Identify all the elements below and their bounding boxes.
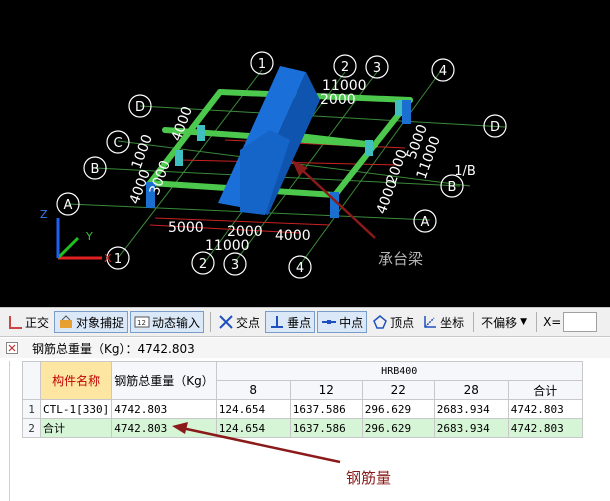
object-snap-label: 对象捕捉 [76, 315, 125, 330]
axis-label-y: Y [85, 230, 93, 243]
cell-name[interactable]: CTL-1[330] [39, 399, 113, 419]
ortho-button[interactable]: 正交 [4, 311, 52, 333]
cell-value[interactable]: 1637.586 [289, 418, 363, 438]
x-coordinate-input[interactable] [563, 312, 598, 332]
dynamic-input-button[interactable]: 12 动态输入 [130, 311, 205, 333]
corner-cell [22, 361, 41, 400]
perpendicular-button[interactable]: 垂点 [265, 311, 316, 333]
toolbar-separator [210, 312, 212, 332]
vertex-button[interactable]: 顶点 [369, 311, 417, 333]
svg-text:12: 12 [137, 319, 146, 327]
cell-total[interactable]: 4742.803 [111, 418, 217, 438]
dim-text: 1000 [129, 132, 156, 171]
table-row-total[interactable]: 2 合计 4742.803 124.654 1637.586 296.629 2… [22, 418, 583, 438]
coordinate-icon [424, 316, 437, 328]
vertex-label: 顶点 [390, 315, 415, 330]
dim-text: 2000 [320, 92, 356, 108]
svg-text:3: 3 [231, 258, 239, 273]
callout-label: 承台梁 [378, 250, 424, 268]
column-header-diameter[interactable]: 28 [433, 380, 509, 400]
toolbar-separator [473, 312, 475, 332]
column-group-header: HRB400 [215, 361, 583, 381]
grid-bubble-label: C [113, 136, 122, 151]
svg-text:4: 4 [296, 261, 304, 276]
midpoint-label: 中点 [339, 315, 364, 330]
column-header-name[interactable]: 构件名称 [39, 361, 113, 400]
rebar-amount-label: 钢筋量 [346, 469, 392, 487]
cell-value[interactable]: 4742.803 [507, 418, 583, 438]
svg-text:B: B [448, 180, 457, 195]
svg-text:1: 1 [114, 252, 122, 267]
grid-bubble-label: 4 [439, 64, 447, 79]
cell-value[interactable]: 124.654 [215, 418, 291, 438]
chevron-down-icon: ▼ [520, 317, 528, 327]
object-snap-button[interactable]: 对象捕捉 [54, 311, 129, 333]
cell-value[interactable]: 296.629 [361, 399, 435, 419]
dynamic-input-icon: 12 [134, 316, 150, 328]
ortho-icon [9, 316, 22, 329]
vertex-icon [373, 315, 388, 329]
svg-text:D: D [490, 120, 500, 135]
grid-bubble-label: 1 [258, 57, 266, 72]
svg-text:2: 2 [199, 257, 207, 272]
panel-title: 钢筋总重量（Kg）：4742.803 [32, 341, 195, 356]
grid-bubble-label: B [91, 162, 100, 177]
column-header-diameter[interactable]: 8 [215, 380, 291, 400]
table-header-row: 构件名称 钢筋总重量（Kg） HRB400 [22, 361, 583, 400]
cell-name[interactable]: 合计 [39, 418, 113, 438]
column-header-diameter[interactable]: 12 [289, 380, 363, 400]
coordinate-label: 坐标 [440, 315, 465, 330]
intersection-button[interactable]: 交点 [215, 311, 263, 333]
axis-label-x: X [104, 252, 112, 265]
column-header-total-weight[interactable]: 钢筋总重量（Kg） [111, 361, 217, 400]
cell-value[interactable]: 124.654 [215, 399, 291, 419]
midpoint-button[interactable]: 中点 [317, 311, 368, 333]
row-number: 1 [22, 399, 41, 419]
ortho-label: 正交 [25, 315, 50, 330]
coordinate-button[interactable]: 坐标 [419, 311, 467, 333]
perpendicular-icon [271, 316, 284, 328]
grid-bubble-label: D [135, 100, 145, 115]
panel-icon [6, 342, 18, 354]
x-coordinate-label: X= [543, 315, 562, 329]
model-drawing: 11000 2000 4000 1000 3000 4000 5000 2000… [40, 51, 507, 279]
cell-value[interactable]: 296.629 [361, 418, 435, 438]
dim-text: 11000 [205, 238, 250, 254]
rebar-table: 构件名称 钢筋总重量（Kg） HRB400 8 12 22 28 合计 1 CT… [22, 361, 583, 438]
svg-text:A: A [421, 215, 430, 230]
snap-toolbar: 正交 对象捕捉 12 动态输入 交点 垂点 中点 顶点 坐标 不偏移 ▼ X= [0, 307, 610, 337]
axis-label-z: Z [40, 208, 48, 221]
column-header-sum[interactable]: 合计 [507, 380, 583, 400]
dim-text: 5000 [168, 220, 204, 236]
grid-bubble-label: 3 [373, 61, 381, 76]
table-row[interactable]: 1 CTL-1[330] 4742.803 124.654 1637.586 2… [22, 399, 583, 419]
perpendicular-label: 垂点 [287, 315, 312, 330]
intersection-label: 交点 [236, 315, 261, 330]
column-header-diameter[interactable]: 22 [361, 380, 435, 400]
3d-viewport[interactable]: 11000 2000 4000 1000 3000 4000 5000 2000… [0, 0, 610, 307]
grid-bubble-label: 1/B [454, 164, 476, 179]
cell-value[interactable]: 4742.803 [507, 399, 583, 419]
panel-left-border [4, 361, 10, 501]
offset-select[interactable]: 不偏移 ▼ [478, 311, 530, 333]
offset-select-value: 不偏移 [481, 315, 518, 330]
snap-icon [60, 315, 73, 328]
midpoint-icon [322, 320, 337, 324]
grid-bubble-label: 2 [341, 60, 349, 75]
rebar-panel-header: 钢筋总重量（Kg）：4742.803 [0, 338, 610, 358]
grid-bubble-label: A [64, 198, 73, 213]
intersection-icon [219, 315, 233, 329]
cell-total[interactable]: 4742.803 [111, 399, 217, 419]
row-number: 2 [22, 418, 41, 438]
cell-value[interactable]: 1637.586 [289, 399, 363, 419]
dim-text: 4000 [374, 177, 401, 216]
cell-value[interactable]: 2683.934 [433, 399, 509, 419]
dynamic-input-label: 动态输入 [152, 315, 201, 330]
dim-text: 4000 [275, 228, 311, 244]
toolbar-separator [536, 312, 538, 332]
cell-value[interactable]: 2683.934 [433, 418, 509, 438]
